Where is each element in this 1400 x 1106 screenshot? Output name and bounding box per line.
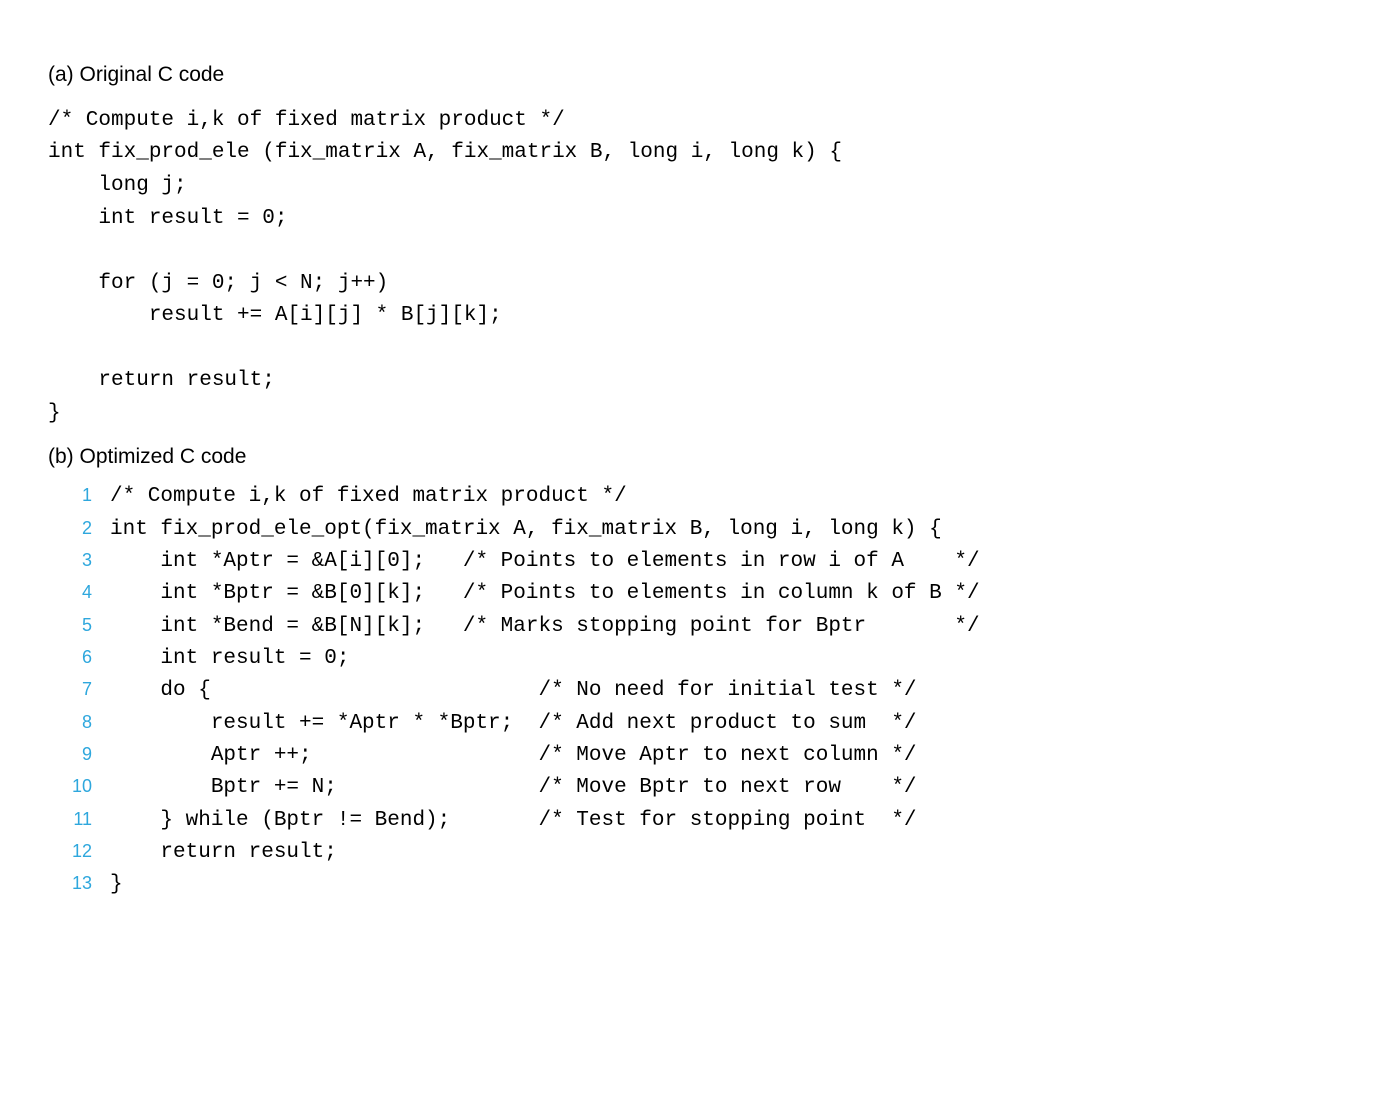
section-original-code: (a) Original C code /* Compute i,k of fi…: [48, 62, 1352, 430]
listing-row: 2int fix_prod_ele_opt(fix_matrix A, fix_…: [48, 514, 1352, 546]
listing-row: 3 int *Aptr = &A[i][0]; /* Points to ele…: [48, 546, 1352, 578]
listing-row: 12 return result;: [48, 837, 1352, 869]
listing-row: 13}: [48, 869, 1352, 901]
code-line: }: [110, 869, 123, 901]
listing-row: 9 Aptr ++; /* Move Aptr to next column *…: [48, 740, 1352, 772]
code-line: /* Compute i,k of fixed matrix product *…: [110, 481, 627, 513]
listing-row: 7 do { /* No need for initial test */: [48, 675, 1352, 707]
line-number: 5: [48, 612, 110, 640]
heading-optimized: (b) Optimized C code: [48, 444, 1352, 471]
code-line: int *Bptr = &B[0][k]; /* Points to eleme…: [110, 578, 980, 610]
code-block-original: /* Compute i,k of fixed matrix product *…: [48, 105, 1352, 430]
code-line: int result = 0;: [110, 643, 349, 675]
listing-row: 6 int result = 0;: [48, 643, 1352, 675]
code-listing-optimized: 1/* Compute i,k of fixed matrix product …: [48, 481, 1352, 901]
code-line: Aptr ++; /* Move Aptr to next column */: [110, 740, 917, 772]
line-number: 1: [48, 482, 110, 510]
code-line: do { /* No need for initial test */: [110, 675, 917, 707]
listing-row: 1/* Compute i,k of fixed matrix product …: [48, 481, 1352, 513]
line-number: 8: [48, 709, 110, 737]
code-line: } while (Bptr != Bend); /* Test for stop…: [110, 805, 917, 837]
code-line: int *Aptr = &A[i][0]; /* Points to eleme…: [110, 546, 980, 578]
section-optimized-code: (b) Optimized C code 1/* Compute i,k of …: [48, 444, 1352, 901]
code-line: int fix_prod_ele_opt(fix_matrix A, fix_m…: [110, 514, 942, 546]
code-line: result += *Aptr * *Bptr; /* Add next pro…: [110, 708, 917, 740]
line-number: 11: [48, 806, 110, 834]
listing-row: 11 } while (Bptr != Bend); /* Test for s…: [48, 805, 1352, 837]
listing-row: 8 result += *Aptr * *Bptr; /* Add next p…: [48, 708, 1352, 740]
line-number: 4: [48, 579, 110, 607]
line-number: 9: [48, 741, 110, 769]
line-number: 6: [48, 644, 110, 672]
heading-original: (a) Original C code: [48, 62, 1352, 89]
line-number: 7: [48, 676, 110, 704]
listing-row: 4 int *Bptr = &B[0][k]; /* Points to ele…: [48, 578, 1352, 610]
line-number: 13: [48, 870, 110, 898]
listing-row: 5 int *Bend = &B[N][k]; /* Marks stoppin…: [48, 611, 1352, 643]
line-number: 10: [48, 773, 110, 801]
listing-row: 10 Bptr += N; /* Move Bptr to next row *…: [48, 772, 1352, 804]
line-number: 2: [48, 515, 110, 543]
line-number: 12: [48, 838, 110, 866]
line-number: 3: [48, 547, 110, 575]
code-line: int *Bend = &B[N][k]; /* Marks stopping …: [110, 611, 980, 643]
code-line: return result;: [110, 837, 337, 869]
code-line: Bptr += N; /* Move Bptr to next row */: [110, 772, 917, 804]
